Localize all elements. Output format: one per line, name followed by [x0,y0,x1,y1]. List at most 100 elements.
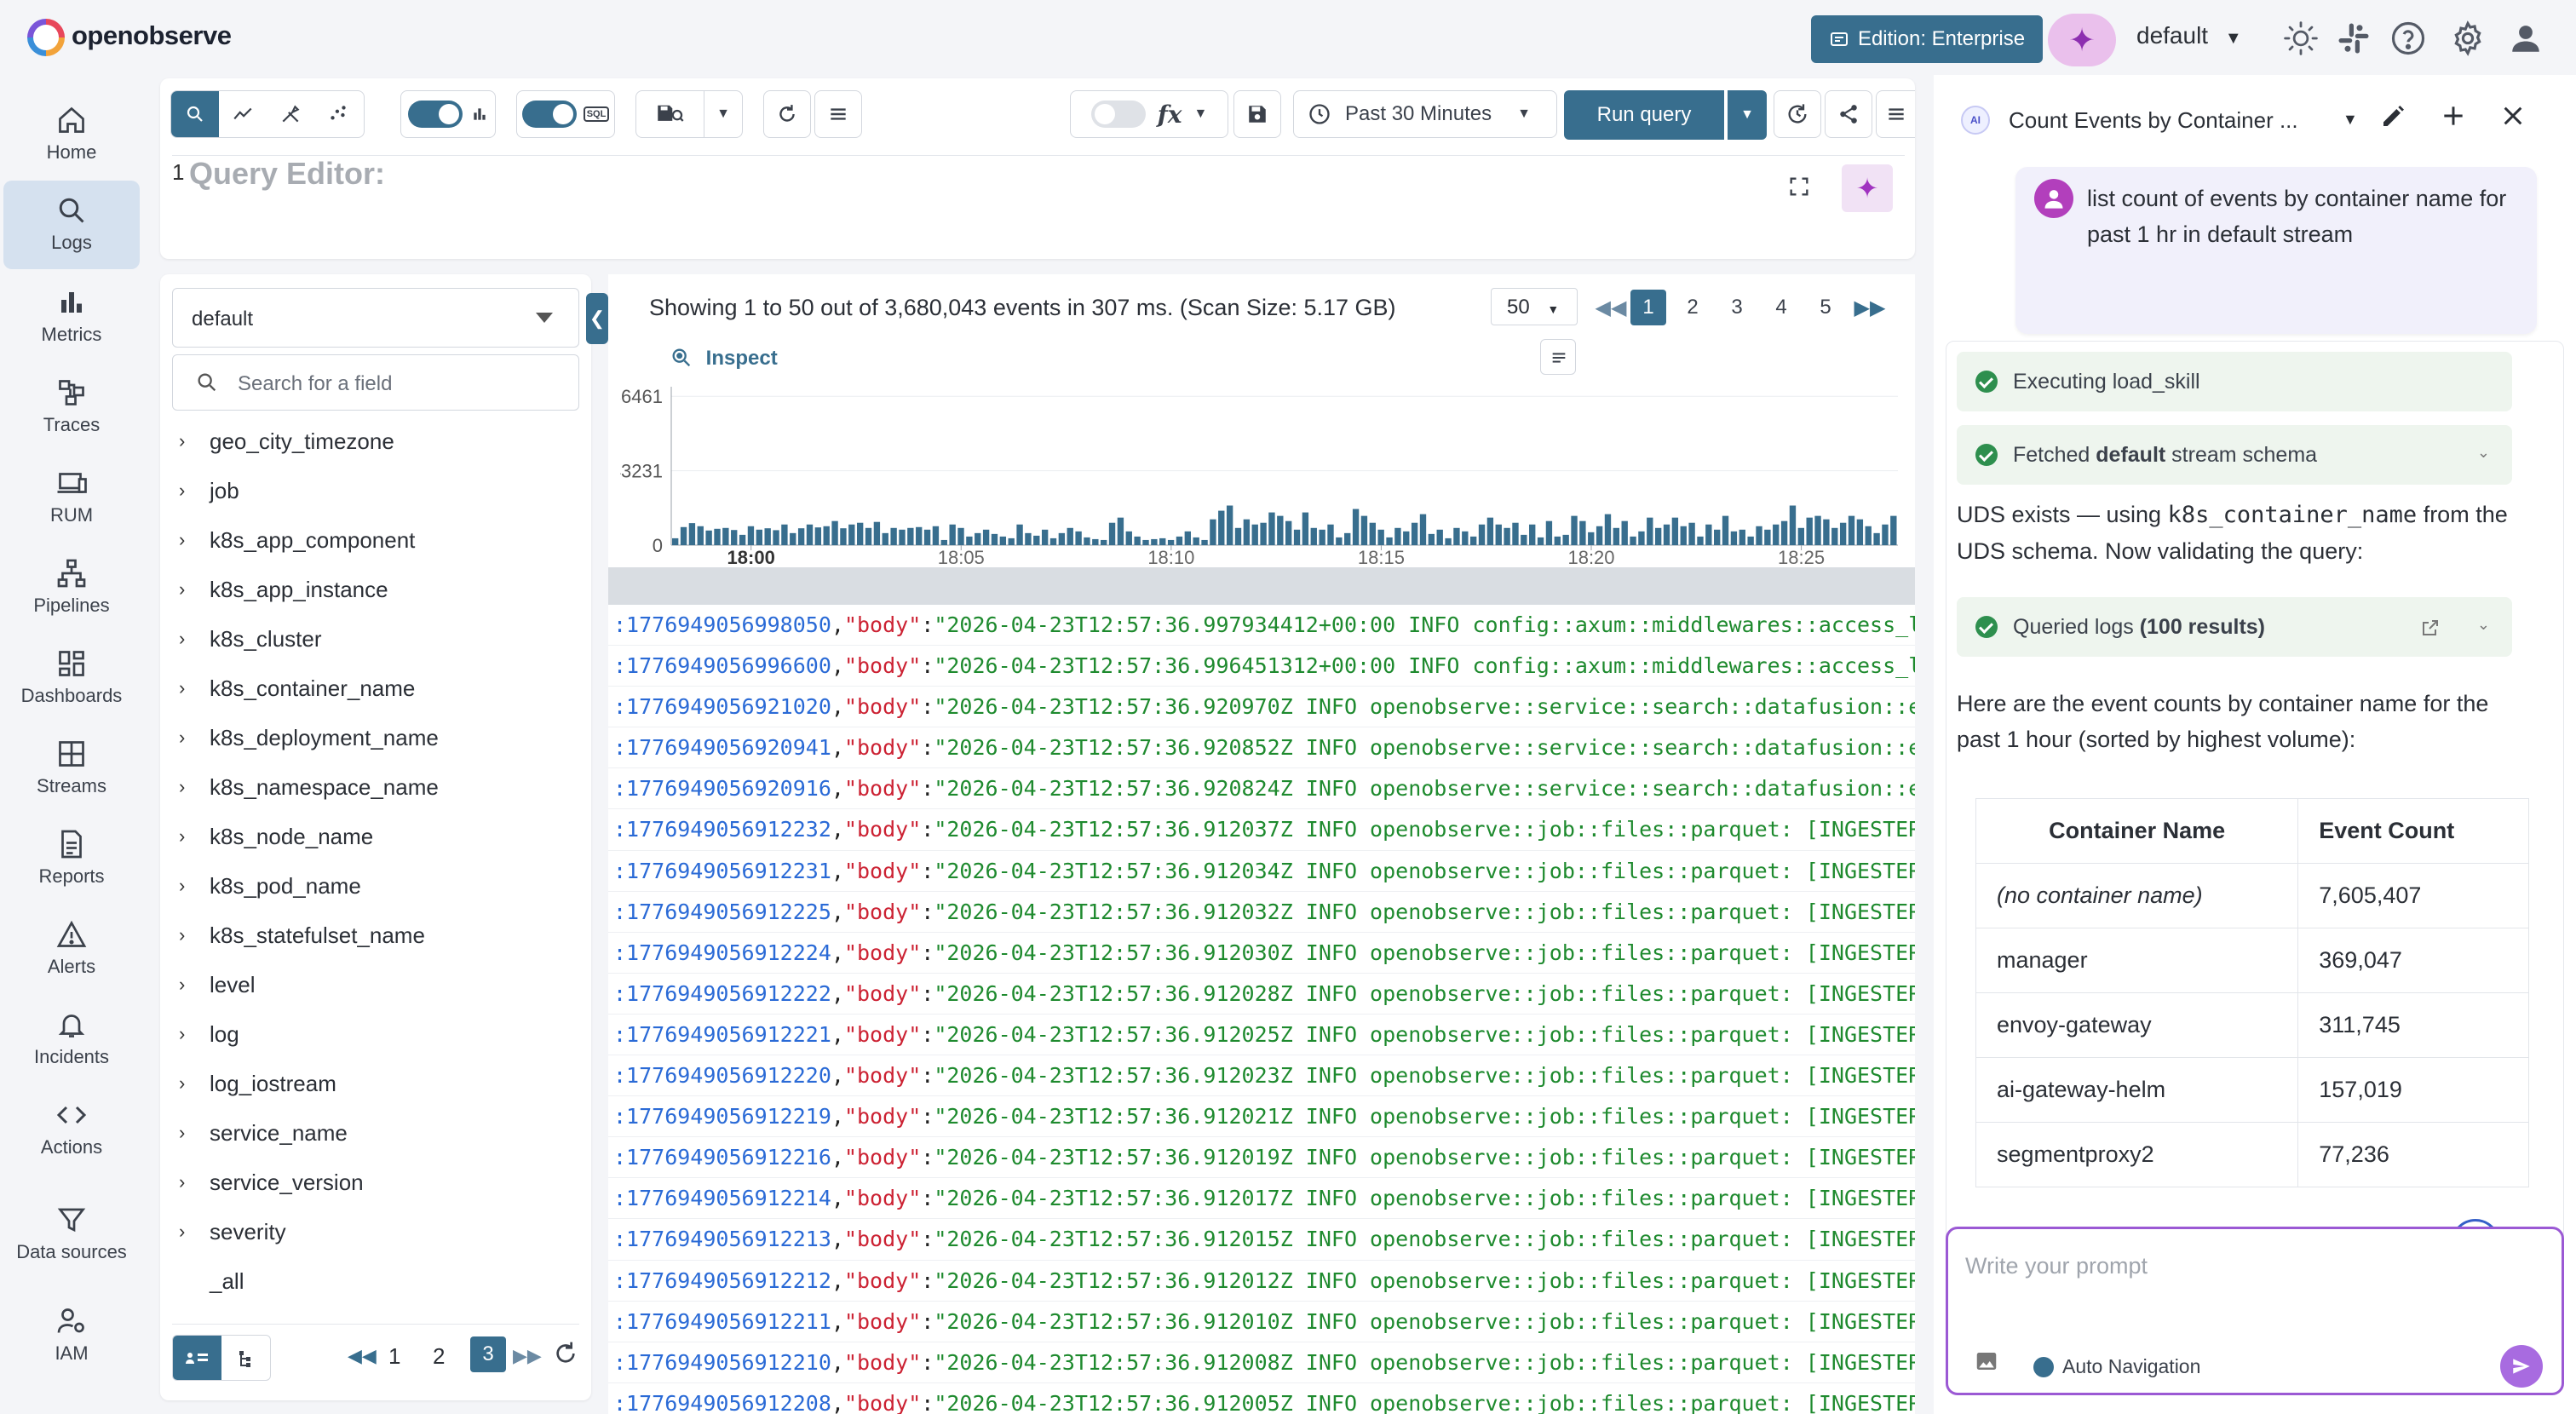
chart-bar[interactable] [1293,529,1301,545]
field-item[interactable]: _all [179,1264,244,1298]
save-query-button[interactable] [1233,90,1281,138]
per-page-select[interactable]: 50 ▼ [1491,288,1578,325]
field-item[interactable]: › log_iostream [179,1066,336,1101]
field-item[interactable]: › k8s_namespace_name [179,770,439,804]
ai-query-button[interactable]: ✦ [1842,164,1893,212]
chart-bar[interactable] [1705,524,1712,545]
chart-bar[interactable] [1176,536,1183,545]
chart-bar[interactable] [823,526,830,545]
chart-bar[interactable] [1848,515,1855,545]
chart-bar[interactable] [1218,510,1225,545]
sql-mode-toggle[interactable]: SQL [516,90,615,138]
stream-select[interactable]: default [172,288,579,348]
nav-item-dashboards[interactable]: Dashboards [3,634,140,722]
chart-bar[interactable] [923,529,931,545]
chart-bar[interactable] [747,526,755,545]
chart-bar[interactable] [865,527,872,545]
refresh-icon[interactable] [552,1340,579,1367]
chart-bar[interactable] [1436,529,1443,545]
reset-button[interactable] [763,90,811,138]
chart-bar[interactable] [688,523,696,545]
histogram-toggle[interactable] [400,90,496,138]
chart-bar[interactable] [1671,517,1679,545]
edit-icon[interactable] [2380,102,2407,129]
chart-bar[interactable] [1092,538,1099,545]
chart-bar[interactable] [1562,534,1569,545]
functions-toggle[interactable]: fx ▼ [1070,90,1228,138]
chart-bar[interactable] [1084,537,1090,545]
sql-switch[interactable] [521,101,577,128]
chart-bar[interactable] [1797,527,1805,545]
auto-navigation-toggle[interactable]: Auto Navigation [2033,1355,2200,1378]
menu-button[interactable] [814,90,862,138]
chart-bar[interactable] [1495,524,1502,545]
last-page-icon[interactable]: ▶▶ [513,1345,542,1367]
chart-bar[interactable] [697,526,704,545]
chart-bar[interactable] [1411,522,1418,545]
log-row[interactable]: :1776949056920916,"body":"2026-04-23T12:… [608,768,1915,810]
chart-bar[interactable] [831,520,838,545]
log-row[interactable]: :1776949056912219,"body":"2026-04-23T12:… [608,1096,1915,1138]
chart-bar[interactable] [1049,537,1057,545]
settings-icon[interactable] [2450,20,2486,56]
chart-bar[interactable] [1688,522,1695,545]
field-page-2[interactable]: 2 [433,1343,445,1370]
chart-bar[interactable] [1865,526,1872,545]
chart-bar[interactable] [1462,531,1469,545]
chart-bar[interactable] [1638,531,1645,545]
chart-bar[interactable] [1386,537,1393,545]
chart-bar[interactable] [1302,512,1309,545]
results-page-5[interactable]: 5 [1808,290,1843,325]
log-row[interactable]: :1776949056912231,"body":"2026-04-23T12:… [608,851,1915,892]
query-editor[interactable]: 1 Query Editor: ✦ [172,155,1905,247]
chart-bar[interactable] [731,530,738,545]
chart-bar[interactable] [999,536,1007,545]
chart-bar[interactable] [806,524,814,545]
chart-bar[interactable] [1184,531,1192,545]
chart-bar[interactable] [1134,536,1141,545]
send-button[interactable] [2500,1345,2543,1388]
chart-bar[interactable] [890,527,897,545]
chart-bar[interactable] [982,529,990,545]
field-item[interactable]: › log [179,1017,239,1051]
chart-bar[interactable] [932,526,940,545]
chart-bar[interactable] [1445,537,1452,545]
tool-call-fetch-schema[interactable]: Fetched default stream schema ⌄ [1957,425,2512,485]
chart-bar[interactable] [1033,535,1040,545]
chart-bar[interactable] [1756,526,1762,545]
field-item[interactable]: › k8s_pod_name [179,869,361,903]
chart-bar[interactable] [1554,536,1561,545]
chart-bar[interactable] [1697,536,1704,545]
chart-bar[interactable] [1722,515,1729,545]
saved-views-dropdown[interactable]: ▼ [704,90,743,138]
chart-bar[interactable] [1360,515,1368,545]
field-item[interactable]: › k8s_app_component [179,523,415,557]
results-page-2[interactable]: 2 [1675,290,1711,325]
histogram-switch[interactable] [408,101,463,128]
chart-bar[interactable] [949,524,956,545]
field-item[interactable]: › job [179,474,239,508]
chart-bar[interactable] [756,529,762,545]
chart-bar[interactable] [1469,536,1477,545]
results-page-4[interactable]: 4 [1763,290,1799,325]
chart-bar[interactable] [1604,514,1612,545]
patterns-mode-button[interactable] [267,91,314,137]
chart-bar[interactable] [1730,531,1738,545]
chart-bar[interactable] [1789,505,1797,546]
chart-bar[interactable] [848,524,855,545]
field-page-3[interactable]: 3 [470,1336,506,1372]
chart-bar[interactable] [797,528,805,545]
user-icon[interactable] [2508,20,2544,56]
chart-bar[interactable] [1075,531,1082,545]
log-row[interactable]: :1776949056912221,"body":"2026-04-23T12:… [608,1015,1915,1056]
chart-bar[interactable] [680,526,687,545]
chart-bar[interactable] [1319,529,1325,545]
first-page-icon[interactable]: ◀◀ [348,1345,377,1367]
more-menu-button[interactable] [1876,90,1915,138]
chart-bar[interactable] [1193,537,1199,545]
chart-bar[interactable] [1521,534,1527,545]
chart-bar[interactable] [1125,531,1132,545]
chart-bar[interactable] [739,534,746,545]
chart-bar[interactable] [1545,520,1553,545]
first-page-icon[interactable]: ◀◀ [1593,290,1629,325]
